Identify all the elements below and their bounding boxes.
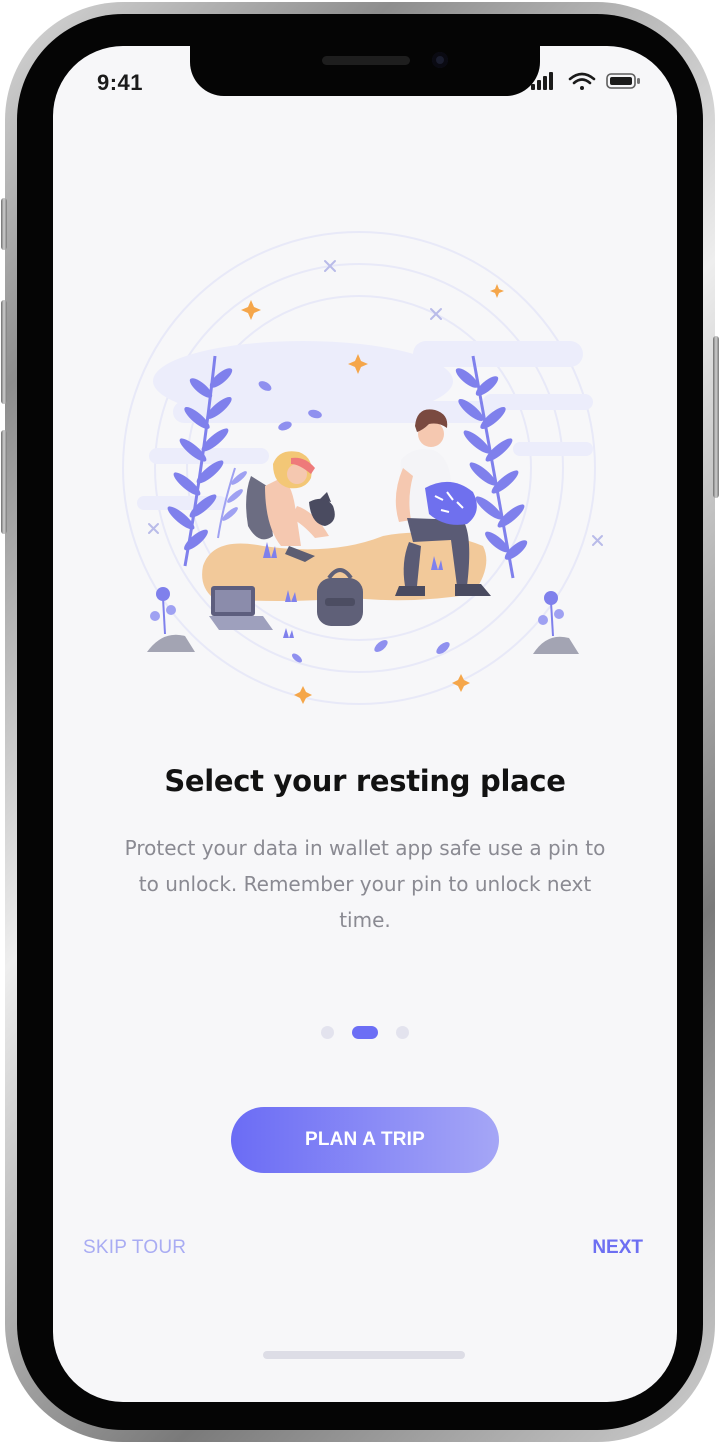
background-rings xyxy=(122,231,596,705)
right-flower-pot xyxy=(533,591,579,654)
page-dot-2-active[interactable] xyxy=(352,1026,378,1039)
home-indicator[interactable] xyxy=(263,1351,465,1359)
notch xyxy=(190,46,540,96)
power-button xyxy=(713,336,719,498)
mute-switch xyxy=(1,198,7,250)
onboarding-title: Select your resting place xyxy=(164,764,566,798)
status-time: 9:41 xyxy=(97,70,144,95)
page-dot-3[interactable] xyxy=(396,1026,409,1039)
status-icons xyxy=(529,70,649,94)
screen: 9:41 Select your resting place Protect y… xyxy=(53,46,677,1402)
pagination-dots xyxy=(53,1022,677,1039)
page-dot-1[interactable] xyxy=(321,1026,334,1039)
wifi-icon xyxy=(568,72,596,90)
skip-tour-link[interactable]: SKIP TOUR xyxy=(83,1237,186,1259)
front-camera xyxy=(432,52,448,68)
battery-icon xyxy=(606,73,640,89)
resting-place-illustration xyxy=(53,206,677,742)
earpiece-speaker xyxy=(322,56,410,65)
next-link[interactable]: NEXT xyxy=(592,1237,643,1259)
volume-up-button xyxy=(1,300,7,404)
onboarding-description: Protect your data in wallet app safe use… xyxy=(124,836,606,932)
plan-a-trip-button[interactable]: PLAN A TRIP xyxy=(231,1107,499,1173)
volume-down-button xyxy=(1,430,7,534)
cellular-signal-icon xyxy=(531,72,553,90)
phone-frame: 9:41 Select your resting place Protect y… xyxy=(1,2,719,1442)
left-flower-pot xyxy=(147,587,195,652)
